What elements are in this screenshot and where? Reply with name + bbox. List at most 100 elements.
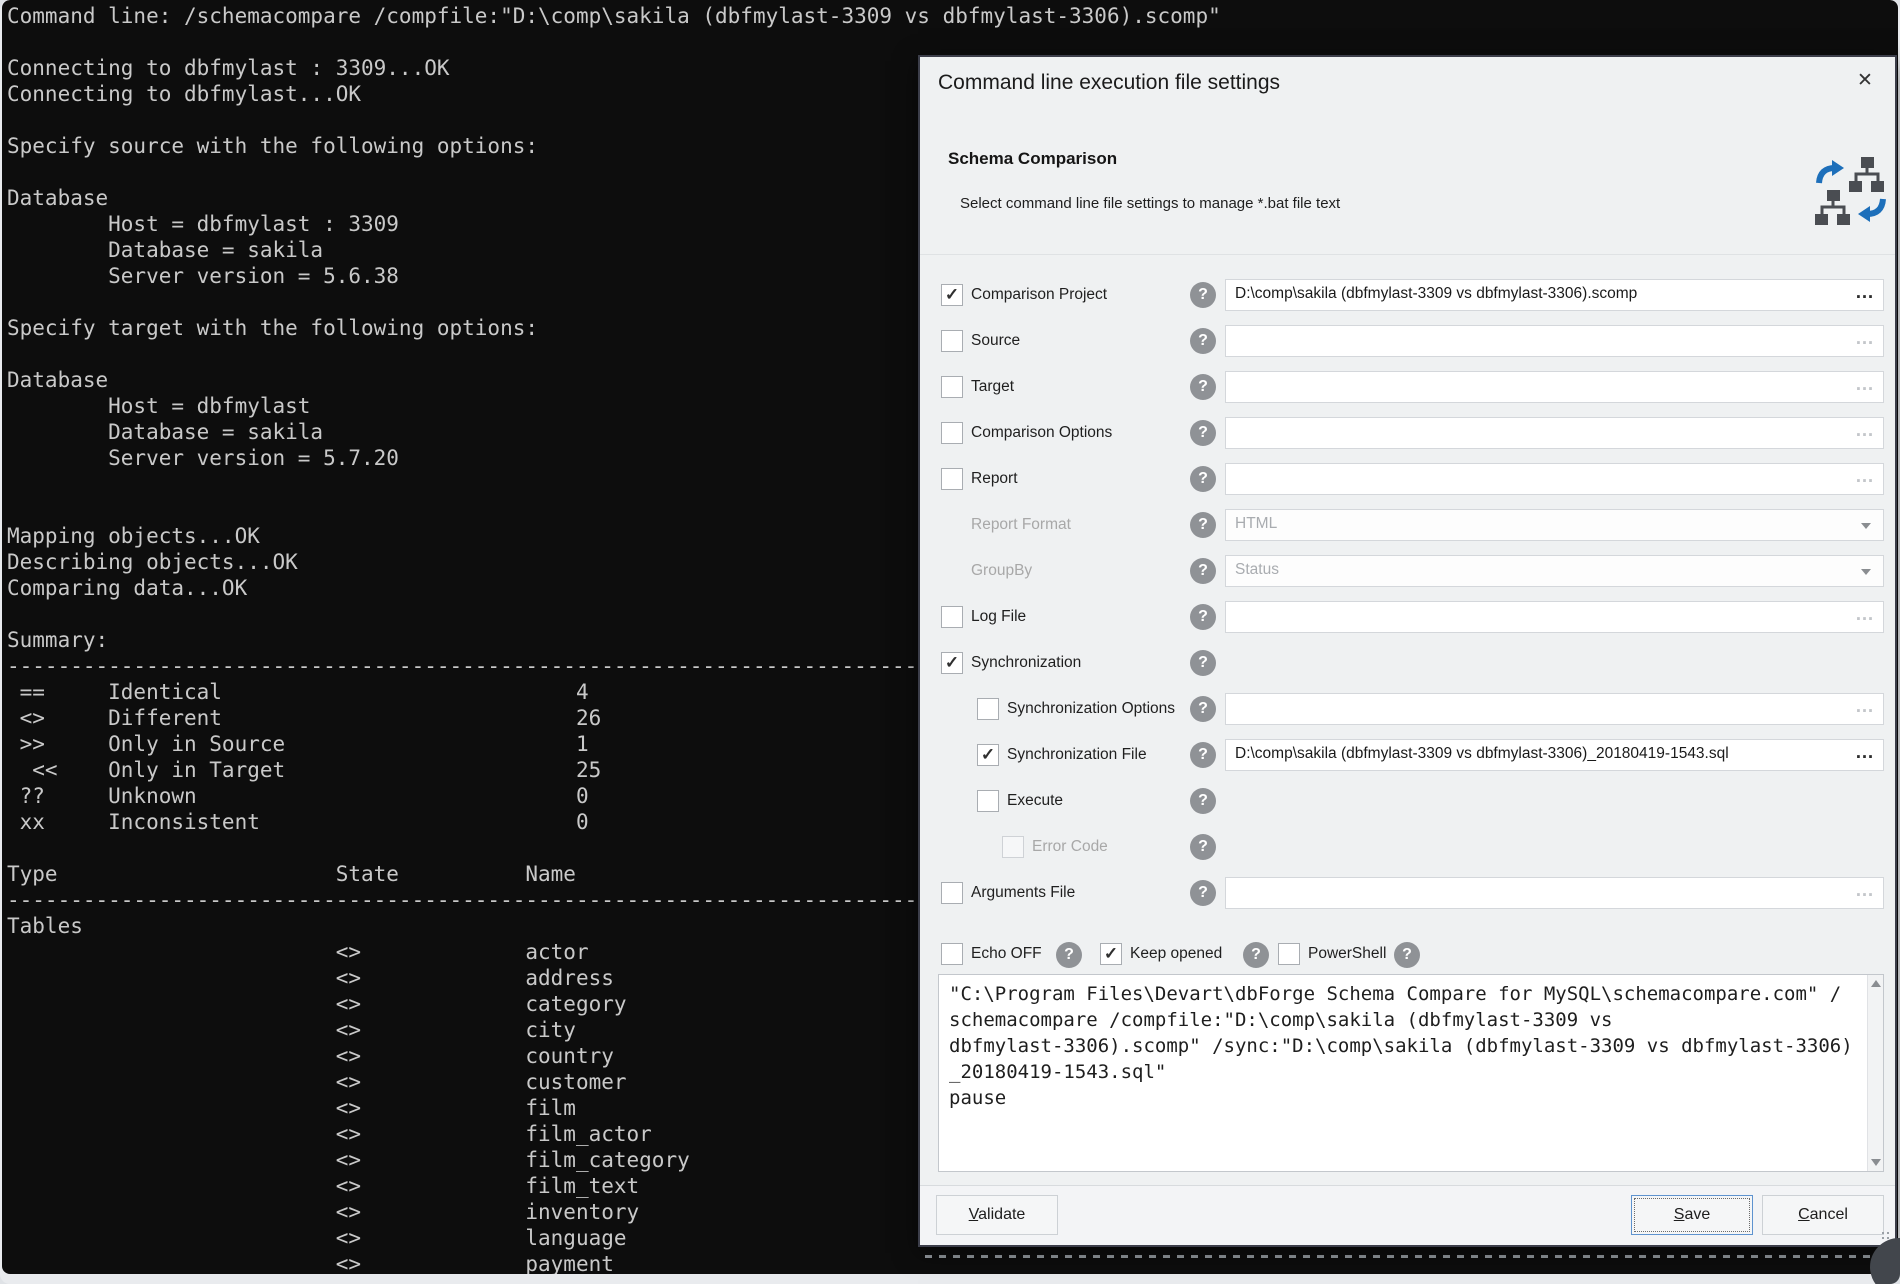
help-icon[interactable]: ? bbox=[1190, 374, 1216, 400]
groupby-value: Status bbox=[1235, 561, 1279, 579]
browse-ellipsis-button[interactable]: … bbox=[1855, 742, 1875, 764]
help-icon[interactable]: ? bbox=[1190, 788, 1216, 814]
chevron-down-icon bbox=[1861, 569, 1871, 575]
report-checkbox[interactable] bbox=[941, 468, 963, 490]
help-wrap: ? bbox=[1056, 935, 1082, 968]
settings-row-error-code: Error Code? bbox=[920, 824, 1895, 870]
comparison-project-field[interactable]: D:\comp\sakila (dbfmylast-3309 vs dbfmyl… bbox=[1225, 279, 1884, 311]
comparison-project-checkbox[interactable]: ✓ bbox=[941, 284, 963, 306]
source-field[interactable]: … bbox=[1225, 325, 1884, 357]
synchronization-options-checkbox[interactable] bbox=[977, 698, 999, 720]
validate-button[interactable]: Validate bbox=[936, 1195, 1058, 1235]
scrollbar[interactable] bbox=[1867, 975, 1883, 1171]
browse-ellipsis-button[interactable]: … bbox=[1855, 880, 1875, 902]
synchronization-file-value: D:\comp\sakila (dbfmylast-3309 vs dbfmyl… bbox=[1235, 745, 1843, 763]
arguments-file-checkbox[interactable] bbox=[941, 882, 963, 904]
help-icon[interactable]: ? bbox=[1190, 466, 1216, 492]
synchronization-file-field[interactable]: D:\comp\sakila (dbfmylast-3309 vs dbfmyl… bbox=[1225, 739, 1884, 771]
echo-off-checkbox[interactable] bbox=[941, 943, 963, 965]
browse-ellipsis-button[interactable]: … bbox=[1855, 328, 1875, 350]
help-icon[interactable]: ? bbox=[1190, 328, 1216, 354]
help-icon[interactable]: ? bbox=[1190, 834, 1216, 860]
cancel-button[interactable]: Cancel bbox=[1762, 1195, 1884, 1235]
settings-row-synchronization: ✓Synchronization? bbox=[920, 640, 1895, 686]
close-icon[interactable]: ✕ bbox=[1851, 67, 1879, 95]
settings-row-comparison-project: ✓ Comparison Project? D:\comp\sakila (dbfm… bbox=[920, 272, 1895, 318]
settings-row-execute: Execute? bbox=[920, 778, 1895, 824]
synchronization-checkbox[interactable]: ✓ bbox=[941, 652, 963, 674]
browse-ellipsis-button[interactable]: … bbox=[1855, 282, 1875, 304]
execute-checkbox[interactable] bbox=[977, 790, 999, 812]
settings-row-target: Target? … bbox=[920, 364, 1895, 410]
section-subtitle: Select command line file settings to man… bbox=[960, 195, 1340, 212]
target-label: Target bbox=[971, 378, 1014, 396]
command-line-settings-dialog: Command line execution file settings ✕ S… bbox=[918, 55, 1897, 1247]
help-icon[interactable]: ? bbox=[1056, 942, 1082, 968]
help-icon[interactable]: ? bbox=[1190, 742, 1216, 768]
comparison-project-label: Comparison Project bbox=[971, 286, 1107, 304]
keep-opened-checkbox[interactable]: ✓ bbox=[1100, 943, 1122, 965]
scroll-up-icon[interactable] bbox=[1871, 980, 1881, 987]
help-icon[interactable]: ? bbox=[1394, 942, 1420, 968]
powershell-label: PowerShell bbox=[1308, 945, 1386, 963]
scroll-down-icon[interactable] bbox=[1871, 1159, 1881, 1166]
comparison-options-checkbox[interactable] bbox=[941, 422, 963, 444]
dashed-line bbox=[925, 1255, 1877, 1258]
screenshot-frame: Command line: /schemacompare /compfile:"… bbox=[0, 0, 1900, 1284]
keep-opened-label: Keep opened bbox=[1130, 945, 1222, 963]
settings-row-comparison-options: Comparison Options? … bbox=[920, 410, 1895, 456]
target-checkbox[interactable] bbox=[941, 376, 963, 398]
source-checkbox[interactable] bbox=[941, 330, 963, 352]
log-file-checkbox[interactable] bbox=[941, 606, 963, 628]
report-field[interactable]: … bbox=[1225, 463, 1884, 495]
log-file-label: Log File bbox=[971, 608, 1026, 626]
synchronization-options-field[interactable]: … bbox=[1225, 693, 1884, 725]
help-icon[interactable]: ? bbox=[1190, 512, 1216, 538]
error-code-checkbox bbox=[1002, 836, 1024, 858]
settings-row-synchronization-options: Synchronization Options? … bbox=[920, 686, 1895, 732]
browse-ellipsis-button[interactable]: … bbox=[1855, 420, 1875, 442]
browse-ellipsis-button[interactable]: … bbox=[1855, 374, 1875, 396]
comparison-options-label: Comparison Options bbox=[971, 424, 1112, 442]
settings-row-arguments-file: Arguments File?… bbox=[920, 870, 1895, 916]
comparison-options-field[interactable]: … bbox=[1225, 417, 1884, 449]
target-field[interactable]: … bbox=[1225, 371, 1884, 403]
chevron-down-icon bbox=[1861, 523, 1871, 529]
save-button[interactable]: Save bbox=[1631, 1195, 1753, 1235]
help-icon[interactable]: ? bbox=[1190, 696, 1216, 722]
arguments-file-field[interactable]: … bbox=[1225, 877, 1884, 909]
settings-rows: ✓ Comparison Project? D:\comp\sakila (dbfm… bbox=[920, 272, 1895, 916]
browse-ellipsis-button[interactable]: … bbox=[1855, 466, 1875, 488]
help-icon[interactable]: ? bbox=[1190, 558, 1216, 584]
synchronization-file-label: Synchronization File bbox=[1007, 746, 1147, 764]
synchronization-options-label: Synchronization Options bbox=[1007, 700, 1175, 718]
browse-ellipsis-button[interactable]: … bbox=[1855, 696, 1875, 718]
bat-file-textarea[interactable]: "C:\Program Files\Devart\dbForge Schema … bbox=[938, 974, 1884, 1172]
synchronization-file-checkbox[interactable]: ✓ bbox=[977, 744, 999, 766]
settings-row-report: Report?… bbox=[920, 456, 1895, 502]
help-icon[interactable]: ? bbox=[1243, 942, 1269, 968]
error-code-label: Error Code bbox=[1032, 838, 1108, 856]
settings-row-synchronization-file: ✓ Synchronization File? D:\comp\sakila (db… bbox=[920, 732, 1895, 778]
settings-row-log-file: Log File? … bbox=[920, 594, 1895, 640]
help-wrap: ? bbox=[1243, 935, 1269, 968]
log-file-field[interactable]: … bbox=[1225, 601, 1884, 633]
browse-ellipsis-button[interactable]: … bbox=[1855, 604, 1875, 626]
bat-file-text: "C:\Program Files\Devart\dbForge Schema … bbox=[939, 975, 1883, 1117]
help-icon[interactable]: ? bbox=[1190, 420, 1216, 446]
dialog-title: Command line execution file settings bbox=[938, 71, 1280, 95]
powershell-checkbox[interactable] bbox=[1278, 943, 1300, 965]
schema-compare-icon bbox=[1815, 155, 1887, 227]
help-icon[interactable]: ? bbox=[1190, 604, 1216, 630]
help-icon[interactable]: ? bbox=[1190, 282, 1216, 308]
comparison-project-value: D:\comp\sakila (dbfmylast-3309 vs dbfmyl… bbox=[1235, 285, 1843, 303]
help-icon[interactable]: ? bbox=[1190, 650, 1216, 676]
groupby-label: GroupBy bbox=[971, 562, 1032, 580]
help-icon[interactable]: ? bbox=[1190, 880, 1216, 906]
help-wrap: ? bbox=[1394, 935, 1420, 968]
settings-row-groupby: GroupBy? Status bbox=[920, 548, 1895, 594]
bottom-options: Echo OFF?✓Keep opened?PowerShell? bbox=[920, 935, 1895, 975]
execute-label: Execute bbox=[1007, 792, 1063, 810]
source-label: Source bbox=[971, 332, 1020, 350]
settings-row-source: Source? … bbox=[920, 318, 1895, 364]
